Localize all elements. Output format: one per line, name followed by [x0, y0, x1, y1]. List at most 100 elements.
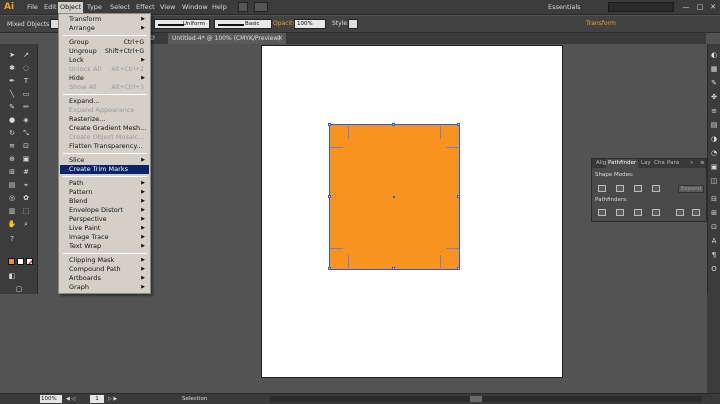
page-field[interactable]: 1 — [90, 395, 104, 403]
menu-item-blend[interactable]: Blend ▶ — [60, 197, 149, 206]
panel-menu-icon[interactable]: ≡ — [698, 159, 707, 168]
stroke-profile-select[interactable]: Uniform — [154, 19, 210, 29]
line-tool-icon[interactable]: ╲ — [6, 89, 18, 99]
page-nav-prev-icon[interactable]: ◀ ◁ — [66, 395, 86, 403]
menu-item-flatten-transparency[interactable]: Flatten Transparency... — [60, 142, 149, 151]
selection-tool-icon[interactable]: ➤ — [6, 50, 18, 60]
shape-builder-icon[interactable]: ⊕ — [6, 154, 18, 164]
menu-item-expand[interactable]: Expand... — [60, 97, 149, 106]
align-panel-icon[interactable]: ⊞ — [708, 208, 720, 218]
expand-button[interactable]: Expand — [678, 185, 704, 193]
artboards-panel-icon[interactable]: ⊟ — [708, 194, 720, 204]
vertical-scrollbar[interactable] — [707, 294, 720, 393]
gradient-tool-icon[interactable]: ▤ — [6, 180, 18, 190]
paragraph-panel-icon[interactable]: ¶ — [708, 250, 720, 260]
selection-handle[interactable] — [328, 195, 331, 198]
brushes-panel-icon[interactable]: ✎ — [708, 78, 720, 88]
menu-window[interactable]: Window — [180, 2, 210, 13]
menu-item-text-wrap[interactable]: Text Wrap ▶ — [60, 242, 149, 251]
paintbrush-icon[interactable]: ✎ — [6, 102, 18, 112]
selection-handle[interactable] — [392, 123, 395, 126]
menu-file[interactable]: File — [25, 2, 40, 13]
menu-item-live-paint[interactable]: Live Paint ▶ — [60, 224, 149, 233]
tab-paragraph[interactable]: Para — [665, 159, 681, 168]
hand-tool-icon[interactable]: ✋ — [6, 219, 18, 229]
opentype-panel-icon[interactable]: O — [708, 264, 720, 274]
bridge-icon[interactable] — [238, 2, 248, 12]
eyedropper-icon[interactable]: ⌖ — [20, 180, 32, 190]
crop-icon[interactable] — [652, 209, 660, 216]
menu-item-create-gradient-mesh[interactable]: Create Gradient Mesh... — [60, 124, 149, 133]
partial-tab-label[interactable]: Ø — [150, 33, 158, 44]
selection-handle[interactable] — [457, 123, 460, 126]
pen-tool-icon[interactable]: ✒ — [6, 76, 18, 86]
transparency-panel-icon[interactable]: ◑ — [708, 134, 720, 144]
color-panel-icon[interactable]: ◐ — [708, 50, 720, 60]
style-swatch[interactable] — [348, 19, 358, 29]
menu-item-create-trim-marks[interactable]: Create Trim Marks — [60, 165, 149, 174]
menu-view[interactable]: View — [158, 2, 177, 13]
stroke-panel-icon[interactable]: ≡ — [708, 106, 720, 116]
menu-item-pattern[interactable]: Pattern ▶ — [60, 188, 149, 197]
symbols-panel-icon[interactable]: ✤ — [708, 92, 720, 102]
menu-item-arrange[interactable]: Arrange ▶ — [60, 24, 149, 33]
selection-handle[interactable] — [457, 195, 460, 198]
free-transform-icon[interactable]: ⊡ — [20, 141, 32, 151]
default-colors-icon[interactable]: ? — [6, 234, 18, 244]
selection-handle[interactable] — [328, 123, 331, 126]
search-input[interactable] — [608, 2, 674, 12]
divide-icon[interactable] — [598, 209, 606, 216]
merge-icon[interactable] — [634, 209, 642, 216]
minimize-icon[interactable]: — — [680, 2, 692, 12]
layers-panel-icon[interactable]: ◫ — [708, 176, 720, 186]
transform-panel-icon[interactable]: ⊡ — [708, 222, 720, 232]
arrange-documents-icon[interactable] — [254, 2, 268, 12]
selection-handle[interactable] — [328, 267, 331, 270]
screen-mode-icon[interactable]: ▢ — [13, 284, 25, 294]
menu-item-transform[interactable]: Transform ▶ — [60, 15, 149, 24]
graphic-styles-panel-icon[interactable]: ▣ — [708, 162, 720, 172]
menu-item-ungroup[interactable]: Ungroup Shift+Ctrl+G — [60, 47, 149, 56]
brush-select[interactable]: Basic — [214, 19, 272, 29]
eraser-icon[interactable]: ◈ — [20, 115, 32, 125]
unite-icon[interactable] — [598, 185, 606, 192]
outline-icon[interactable] — [676, 209, 684, 216]
exclude-icon[interactable] — [652, 185, 660, 192]
menu-item-compound-path[interactable]: Compound Path ▶ — [60, 265, 149, 274]
magic-wand-icon[interactable]: ✱ — [6, 63, 18, 73]
swatches-panel-icon[interactable]: ▦ — [708, 64, 720, 74]
intersect-icon[interactable] — [634, 185, 642, 192]
graph-tool-icon[interactable]: ▥ — [6, 206, 18, 216]
close-icon[interactable]: ✕ — [707, 2, 719, 12]
opacity-field[interactable]: 100% — [294, 19, 326, 29]
menu-help[interactable]: Help — [210, 2, 229, 13]
rotate-tool-icon[interactable]: ↻ — [6, 128, 18, 138]
menu-effect[interactable]: Effect — [134, 2, 157, 13]
menu-item-perspective[interactable]: Perspective ▶ — [60, 215, 149, 224]
zoom-field[interactable]: 100% — [40, 395, 62, 403]
zoom-tool-icon[interactable]: ⌕ — [20, 219, 32, 229]
menu-item-artboards[interactable]: Artboards ▶ — [60, 274, 149, 283]
menu-edit[interactable]: Edit — [42, 2, 59, 13]
selection-handle[interactable] — [457, 267, 460, 270]
horizontal-scroll-thumb[interactable] — [470, 396, 482, 402]
appearance-panel-icon[interactable]: ◔ — [708, 148, 720, 158]
symbol-sprayer-icon[interactable]: ✿ — [20, 193, 32, 203]
menu-item-graph[interactable]: Graph ▶ — [60, 283, 149, 292]
artboard-tool-icon[interactable]: ⬚ — [20, 206, 32, 216]
document-tab[interactable]: Untitled-4* @ 100% (CMYK/Preview) × — [168, 33, 286, 44]
page-nav-next-icon[interactable]: ▷ ▶ — [108, 395, 128, 403]
menu-item-envelope-distort[interactable]: Envelope Distort ▶ — [60, 206, 149, 215]
menu-item-clipping-mask[interactable]: Clipping Mask ▶ — [60, 256, 149, 265]
menu-item-lock[interactable]: Lock ▶ — [60, 56, 149, 65]
blend-tool-icon[interactable]: ◎ — [6, 193, 18, 203]
direct-selection-tool-icon[interactable]: ↗ — [20, 50, 32, 60]
panel-collapse-icon[interactable]: » — [688, 159, 695, 168]
pencil-icon[interactable]: ✏ — [20, 102, 32, 112]
menu-type[interactable]: Type — [85, 2, 104, 13]
trim-icon[interactable] — [616, 209, 624, 216]
mesh-tool-icon[interactable]: # — [20, 167, 32, 177]
menu-select[interactable]: Select — [108, 2, 132, 13]
menu-item-image-trace[interactable]: Image Trace ▶ — [60, 233, 149, 242]
scale-tool-icon[interactable]: ⤡ — [20, 128, 32, 138]
